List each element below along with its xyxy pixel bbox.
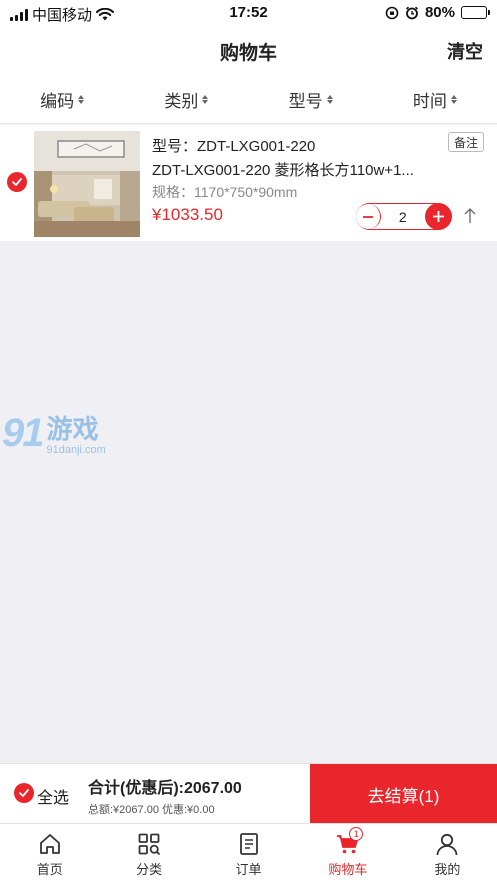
sort-by-time[interactable]: 时间 <box>373 76 497 123</box>
decrease-button[interactable] <box>356 204 381 229</box>
sort-label: 时间 <box>412 92 447 111</box>
alarm-icon <box>405 6 419 19</box>
category-icon <box>138 833 161 856</box>
remark-button[interactable]: 备注 <box>448 132 484 152</box>
minus-icon <box>363 215 373 218</box>
tab-cart[interactable]: 1 购物车 <box>298 824 397 883</box>
check-icon <box>19 789 29 797</box>
watermark-logo: 91 游戏 91danji.com <box>2 413 106 456</box>
sort-arrows-icon <box>78 95 85 104</box>
sort-bar: 编码 类别 型号 时间 <box>0 76 497 124</box>
sort-by-category[interactable]: 类别 <box>124 76 248 123</box>
item-name[interactable]: ZDT-LXG001-220 菱形格长方110w+1... <box>152 159 437 180</box>
tab-label: 订单 <box>235 862 262 877</box>
item-price: ¥1033.50 <box>152 205 223 224</box>
select-all-checkbox[interactable] <box>14 783 34 803</box>
sort-arrows-icon <box>326 95 333 104</box>
status-right: 80% <box>385 4 490 21</box>
total-amount: 合计(优惠后):2067.00 <box>88 780 242 797</box>
item-checkbox[interactable] <box>7 172 27 192</box>
sort-label: 编码 <box>40 92 75 111</box>
total-breakdown: 总额:¥2067.00 优惠:¥0.00 <box>88 804 215 816</box>
select-all-label[interactable]: 全选 <box>37 784 69 808</box>
plus-icon <box>432 211 444 222</box>
tab-label: 首页 <box>36 862 63 877</box>
sort-label: 类别 <box>164 92 199 111</box>
product-image[interactable] <box>34 131 140 237</box>
watermark-url: 91danji.com <box>46 444 106 456</box>
watermark-number: 91 <box>2 411 44 455</box>
checkout-bar: 全选 合计(优惠后):2067.00 总额:¥2067.00 优惠:¥0.00 … <box>0 763 497 824</box>
tab-label: 我的 <box>434 862 461 877</box>
item-spec: 规格：1170*750*90mm <box>152 184 298 200</box>
order-icon <box>239 833 258 855</box>
home-icon <box>39 834 60 854</box>
check-icon <box>12 178 22 186</box>
status-bar: 中国移动 17:52 80% <box>0 0 497 26</box>
sort-arrows-icon <box>202 95 209 104</box>
tab-profile[interactable]: 我的 <box>398 824 497 883</box>
increase-button[interactable] <box>424 203 452 230</box>
battery-icon <box>461 6 490 19</box>
sort-by-model[interactable]: 型号 <box>249 76 373 123</box>
sort-by-code[interactable]: 编码 <box>0 76 124 123</box>
battery-percent: 80% <box>424 4 455 21</box>
user-icon <box>436 833 458 856</box>
sort-label: 型号 <box>288 92 323 111</box>
tab-home[interactable]: 首页 <box>0 824 99 883</box>
quantity-stepper: 2 <box>356 203 452 230</box>
orientation-lock-icon <box>385 6 399 19</box>
move-to-top-icon[interactable] <box>462 207 478 225</box>
tab-category[interactable]: 分类 <box>99 824 198 883</box>
watermark-text: 游戏 <box>46 414 99 444</box>
page-title: 购物车 <box>219 43 277 64</box>
sort-arrows-icon <box>450 95 457 104</box>
clear-button[interactable]: 清空 <box>447 38 483 64</box>
tab-label: 购物车 <box>328 862 368 877</box>
nav-bar: 购物车 清空 <box>0 26 497 76</box>
tab-bar: 首页 分类 订单 1 购物车 我的 <box>0 823 497 883</box>
tab-orders[interactable]: 订单 <box>199 824 298 883</box>
checkout-button[interactable]: 去结算(1) <box>310 764 497 824</box>
cart-badge: 1 <box>349 827 364 841</box>
tab-label: 分类 <box>136 862 163 877</box>
quantity-value[interactable]: 2 <box>381 209 425 225</box>
item-model: 型号：ZDT-LXG001-220 <box>152 138 316 155</box>
